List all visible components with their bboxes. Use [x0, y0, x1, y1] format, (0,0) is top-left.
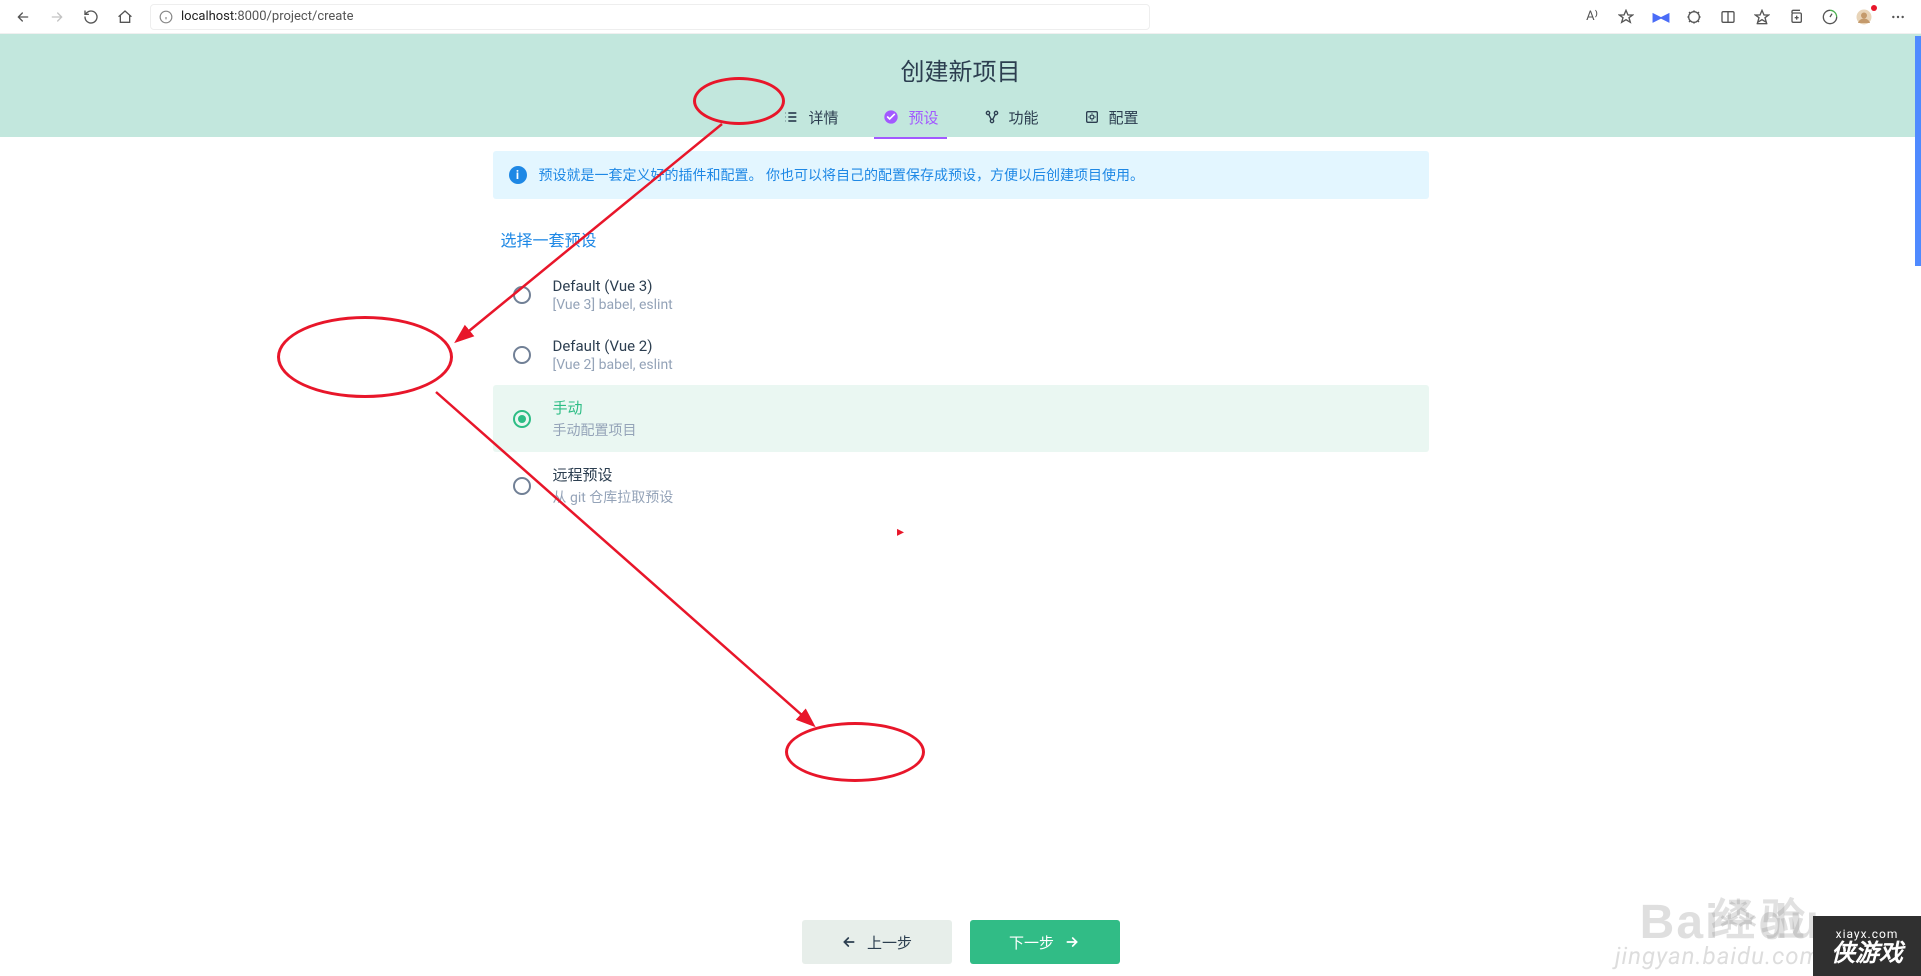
performance-icon[interactable]	[1815, 3, 1845, 31]
url-text: localhost:8000/project/create	[181, 9, 354, 24]
next-button[interactable]: 下一步	[970, 920, 1120, 964]
preset-remote[interactable]: 远程预设 从 git 仓库拉取预设	[493, 452, 1429, 519]
extension-cog-icon[interactable]	[1679, 3, 1709, 31]
preset-subtitle: [Vue 3] babel, eslint	[553, 297, 673, 313]
profile-icon[interactable]	[1849, 3, 1879, 31]
preset-subtitle: [Vue 2] babel, eslint	[553, 357, 673, 373]
preset-title: 手动	[553, 397, 637, 418]
tab-features[interactable]: 功能	[983, 99, 1039, 136]
more-icon[interactable]	[1883, 3, 1913, 31]
radio-icon	[513, 410, 531, 428]
browser-toolbar: localhost:8000/project/create A⁾ ▶◀	[0, 0, 1921, 34]
annotation-ellipse-next	[785, 722, 925, 782]
main-content: i 预设就是一套定义好的插件和配置。 你也可以将自己的配置保存成预设，方便以后创…	[493, 137, 1429, 629]
home-button[interactable]	[110, 3, 140, 31]
annotation-ellipse-preset	[277, 316, 453, 398]
info-banner: i 预设就是一套定义好的插件和配置。 你也可以将自己的配置保存成预设，方便以后创…	[493, 151, 1429, 199]
favorite-icon[interactable]	[1611, 3, 1641, 31]
check-circle-icon	[882, 108, 900, 126]
gear-icon	[1083, 108, 1101, 126]
watermark-url: jingyan.baidu.com	[1615, 942, 1821, 970]
page-title: 创建新项目	[0, 48, 1921, 97]
scrollbar[interactable]	[1915, 36, 1921, 266]
prev-button[interactable]: 上一步	[802, 920, 952, 964]
preset-manual[interactable]: 手动 手动配置项目	[493, 385, 1429, 452]
tab-label: 功能	[1009, 107, 1039, 128]
favorites-bar-icon[interactable]	[1747, 3, 1777, 31]
preset-subtitle: 从 git 仓库拉取预设	[553, 487, 674, 507]
list-icon	[782, 108, 800, 126]
refresh-button[interactable]	[76, 3, 106, 31]
button-label: 上一步	[867, 932, 912, 953]
address-bar[interactable]: localhost:8000/project/create	[150, 4, 1150, 30]
tab-label: 预设	[908, 107, 938, 128]
forward-button[interactable]	[42, 3, 72, 31]
back-button[interactable]	[8, 3, 38, 31]
page-header: 创建新项目 详情 预设 功能 配置	[0, 34, 1921, 137]
extension-blue-icon[interactable]: ▶◀	[1645, 3, 1675, 31]
preset-list: Default (Vue 3) [Vue 3] babel, eslint De…	[493, 265, 1429, 519]
preset-title: 远程预设	[553, 464, 674, 485]
collections-icon[interactable]	[1781, 3, 1811, 31]
preset-title: Default (Vue 2)	[553, 337, 673, 355]
radio-icon	[513, 346, 531, 364]
watermark-jingyan: 经验	[1711, 884, 1811, 948]
info-icon: i	[509, 166, 527, 184]
radio-icon	[513, 286, 531, 304]
preset-subtitle: 手动配置项目	[553, 420, 637, 440]
step-tabs: 详情 预设 功能 配置	[0, 97, 1921, 137]
read-aloud-icon[interactable]: A⁾	[1577, 3, 1607, 31]
puzzle-icon	[983, 108, 1001, 126]
button-label: 下一步	[1009, 932, 1054, 953]
radio-icon	[513, 477, 531, 495]
tab-config[interactable]: 配置	[1083, 99, 1139, 136]
watermark-corner: xiayx.com 侠游戏	[1813, 916, 1921, 976]
site-info-icon[interactable]	[159, 10, 173, 24]
tab-details[interactable]: 详情	[782, 99, 838, 136]
section-title: 选择一套预设	[501, 227, 1429, 251]
split-screen-icon[interactable]	[1713, 3, 1743, 31]
info-text: 预设就是一套定义好的插件和配置。 你也可以将自己的配置保存成预设，方便以后创建项…	[539, 165, 1144, 185]
tab-label: 详情	[808, 107, 838, 128]
tab-presets[interactable]: 预设	[882, 99, 938, 136]
preset-default-vue2[interactable]: Default (Vue 2) [Vue 2] babel, eslint	[493, 325, 1429, 385]
tab-label: 配置	[1109, 107, 1139, 128]
preset-title: Default (Vue 3)	[553, 277, 673, 295]
preset-default-vue3[interactable]: Default (Vue 3) [Vue 3] babel, eslint	[493, 265, 1429, 325]
